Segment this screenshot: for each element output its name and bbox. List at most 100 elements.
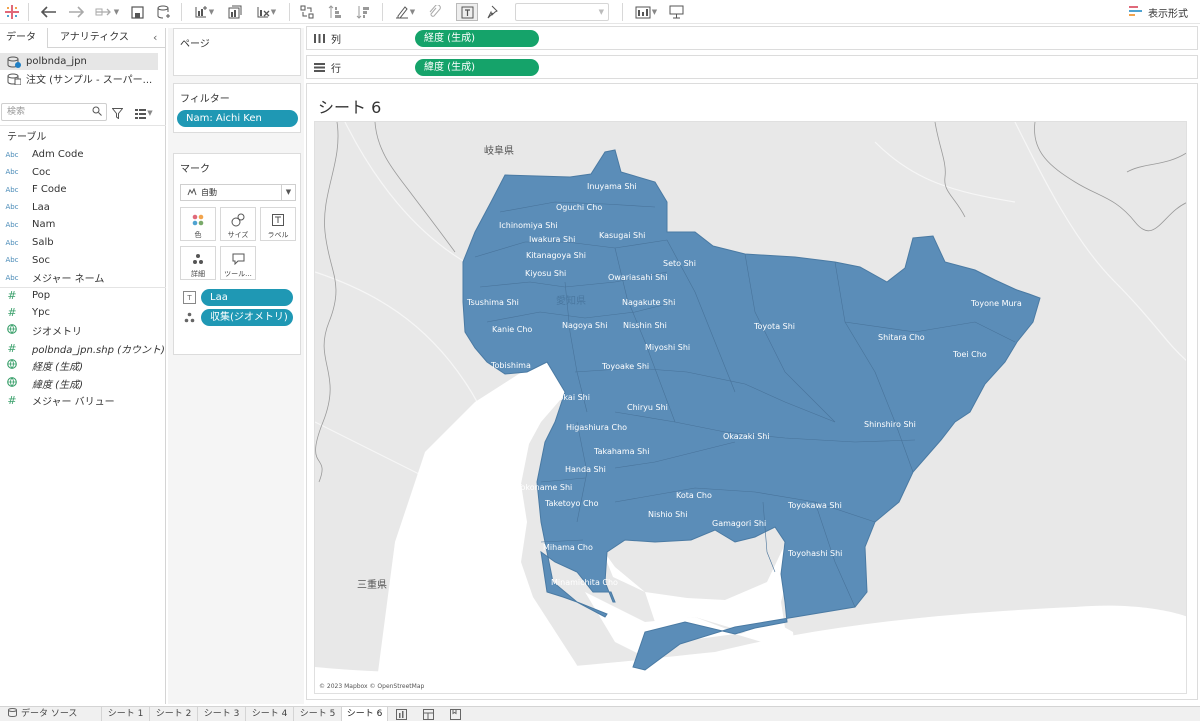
tooltip-button[interactable]: ツール... bbox=[220, 246, 256, 280]
filter-fields-icon[interactable] bbox=[110, 104, 124, 122]
field-item[interactable]: # Ypc bbox=[0, 304, 166, 321]
filter-pill-nam[interactable]: Nam: Aichi Ken bbox=[177, 110, 298, 127]
tab-analytics[interactable]: アナリティクス bbox=[60, 28, 140, 48]
municipality-label: Kota Cho bbox=[676, 491, 712, 500]
mark-type-dropdown[interactable]: 自動 ▼ bbox=[180, 184, 296, 201]
field-item[interactable]: Abc Salb bbox=[0, 234, 166, 251]
worksheet-view: シート 6 Inuyama Shi Oguchi Cho Ichinomiya … bbox=[306, 83, 1198, 700]
datasource-orders[interactable]: 注文 (サンプル - スーパー... bbox=[0, 70, 158, 87]
new-worksheet-tab-icon[interactable] bbox=[395, 709, 407, 720]
field-item[interactable]: 緯度 (生成) bbox=[0, 375, 166, 392]
municipality-label: Toyoake Shi bbox=[602, 362, 650, 371]
municipality-label: Tahara Shi bbox=[705, 612, 747, 621]
field-item[interactable]: ジオメトリ bbox=[0, 322, 166, 339]
label-button[interactable]: ラベル bbox=[260, 207, 296, 241]
datasource-label: polbnda_jpn bbox=[26, 56, 87, 67]
marks-card: マーク 自動 ▼ 色 サイズ ラベル 詳細 ツール... T Laa 収集(ジオ… bbox=[173, 153, 301, 355]
presentation-mode-icon[interactable] bbox=[667, 3, 685, 21]
sheet-tab[interactable]: シート 5 bbox=[294, 707, 342, 721]
string-type-icon: Abc bbox=[5, 273, 19, 282]
swap-rows-columns-icon[interactable] bbox=[298, 3, 316, 21]
fit-dropdown[interactable]: ▼ bbox=[515, 3, 609, 21]
field-search-input[interactable]: 検索 bbox=[1, 103, 107, 121]
clear-sheet-icon[interactable]: ▼ bbox=[252, 3, 280, 21]
new-dashboard-tab-icon[interactable] bbox=[422, 709, 434, 720]
field-item[interactable]: # Pop bbox=[0, 286, 166, 304]
field-item[interactable]: Abc Laa bbox=[0, 199, 166, 216]
field-item[interactable]: Abc Soc bbox=[0, 252, 166, 269]
undo-icon[interactable] bbox=[40, 3, 58, 21]
field-item[interactable]: # polbnda_jpn.shp (カウント) bbox=[0, 340, 166, 357]
show-me-button[interactable]: 表示形式 bbox=[1129, 2, 1188, 22]
detail-encoding-icon bbox=[183, 311, 196, 324]
field-item[interactable]: Abc F Code bbox=[0, 181, 166, 198]
new-worksheet-icon[interactable]: ▼ bbox=[190, 3, 218, 21]
municipality-label: Nisshin Shi bbox=[623, 321, 667, 330]
save-icon[interactable] bbox=[129, 3, 145, 21]
pages-card-title: ページ bbox=[180, 39, 210, 50]
tab-data-source[interactable]: データ ソース bbox=[0, 707, 102, 721]
pages-card[interactable]: ページ bbox=[173, 28, 301, 76]
sort-ascending-icon[interactable] bbox=[326, 3, 344, 21]
municipality-label: Kanie Cho bbox=[492, 325, 533, 334]
tableau-logo-icon[interactable] bbox=[4, 3, 20, 21]
color-icon bbox=[192, 213, 204, 227]
show-cards-icon[interactable]: ▼ bbox=[632, 3, 660, 21]
field-label: polbnda_jpn.shp (カウント) bbox=[32, 344, 165, 356]
field-item[interactable]: Abc メジャー ネーム bbox=[0, 269, 166, 286]
rows-pill-latitude[interactable]: 緯度 (生成) bbox=[415, 59, 539, 76]
sheet-tab[interactable]: シート 2 bbox=[150, 707, 198, 721]
chevron-down-icon: ▼ bbox=[281, 185, 295, 200]
detail-button[interactable]: 詳細 bbox=[180, 246, 216, 280]
view-options-icon[interactable]: ▼ bbox=[130, 104, 158, 122]
sheet-tab[interactable]: シート 4 bbox=[246, 707, 294, 721]
group-members-icon[interactable] bbox=[425, 3, 443, 21]
worksheet-title[interactable]: シート 6 bbox=[318, 94, 381, 118]
municipality-label: Handa Shi bbox=[565, 465, 606, 474]
filters-card[interactable]: フィルター Nam: Aichi Ken bbox=[173, 83, 301, 133]
sheet-tab[interactable]: シート 3 bbox=[198, 707, 246, 721]
duplicate-sheet-icon[interactable] bbox=[226, 3, 244, 21]
field-item[interactable]: # メジャー バリュー bbox=[0, 392, 166, 409]
color-button[interactable]: 色 bbox=[180, 207, 216, 241]
string-type-icon: Abc bbox=[5, 168, 19, 177]
map-attribution[interactable]: © 2023 Mapbox © OpenStreetMap bbox=[319, 683, 424, 690]
field-item[interactable]: Abc Coc bbox=[0, 164, 166, 181]
field-item[interactable]: Abc Adm Code bbox=[0, 146, 166, 163]
sort-descending-icon[interactable] bbox=[354, 3, 372, 21]
replay-icon[interactable]: ▼ bbox=[93, 3, 121, 21]
new-story-tab-icon[interactable] bbox=[449, 709, 461, 720]
columns-pill-longitude[interactable]: 経度 (生成) bbox=[415, 30, 539, 47]
show-mark-labels-icon[interactable] bbox=[456, 3, 478, 21]
mark-pill-laa[interactable]: Laa bbox=[201, 289, 293, 306]
redo-icon[interactable] bbox=[67, 3, 85, 21]
globe-icon bbox=[1, 359, 23, 372]
columns-shelf[interactable]: 列 経度 (生成) bbox=[306, 26, 1198, 50]
highlight-icon[interactable]: ▼ bbox=[391, 3, 419, 21]
new-datasource-icon[interactable] bbox=[156, 3, 172, 21]
municipality-label: Mihama Cho bbox=[543, 543, 593, 552]
string-type-icon: Abc bbox=[5, 150, 19, 159]
globe-icon bbox=[1, 324, 23, 337]
field-label: Laa bbox=[32, 201, 50, 213]
collapse-pane-icon[interactable]: ‹ bbox=[153, 28, 165, 48]
size-icon bbox=[231, 213, 245, 227]
fix-axes-icon[interactable] bbox=[485, 3, 503, 21]
municipality-label: Nagoya Shi bbox=[562, 321, 608, 330]
string-type-icon: Abc bbox=[5, 220, 19, 229]
sheet-tab[interactable]: シート 6 bbox=[342, 707, 388, 721]
mark-pill-geometry[interactable]: 収集(ジオメトリ) bbox=[201, 309, 293, 326]
municipality-label: Miyoshi Shi bbox=[645, 343, 691, 352]
label-button-label: ラベル bbox=[267, 231, 289, 239]
rows-shelf[interactable]: 行 緯度 (生成) bbox=[306, 55, 1198, 79]
tab-data[interactable]: データ bbox=[0, 28, 48, 48]
field-item[interactable]: 経度 (生成) bbox=[0, 357, 166, 374]
sheet-tab[interactable]: シート 1 bbox=[102, 707, 150, 721]
municipality-label: Seto Shi bbox=[663, 259, 696, 268]
datasource-polbnda[interactable]: polbnda_jpn bbox=[0, 53, 158, 70]
map-view[interactable]: Inuyama Shi Oguchi Cho Ichinomiya Shi Iwaku… bbox=[314, 121, 1187, 694]
mark-type-label: 自動 bbox=[201, 188, 217, 197]
field-item[interactable]: Abc Nam bbox=[0, 216, 166, 233]
data-pane: データ アナリティクス ‹ polbnda_jpn 注文 (サンプル - スーパ… bbox=[0, 28, 166, 704]
size-button[interactable]: サイズ bbox=[220, 207, 256, 241]
